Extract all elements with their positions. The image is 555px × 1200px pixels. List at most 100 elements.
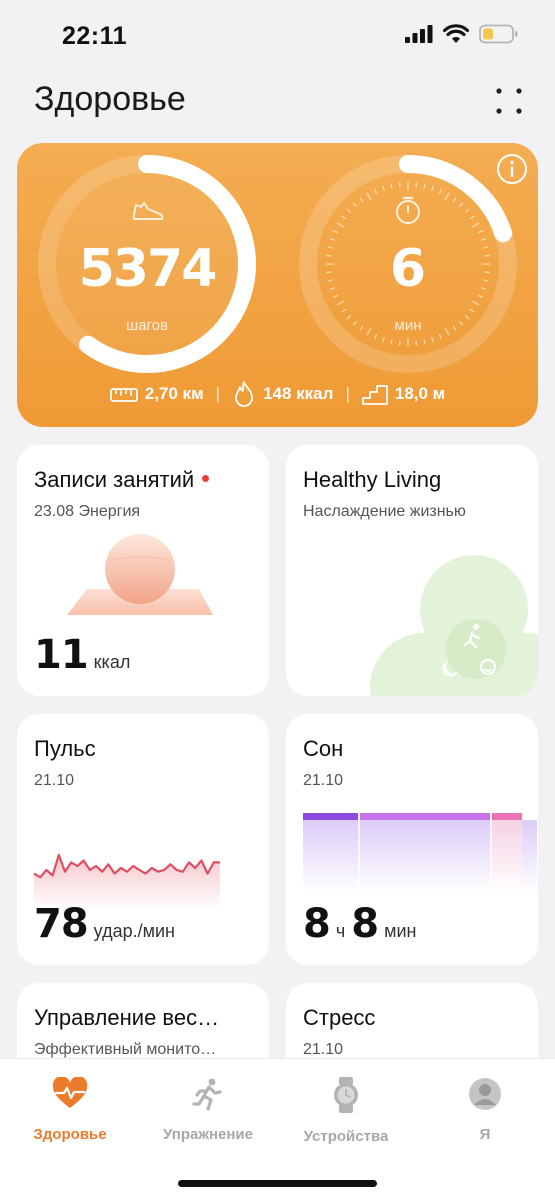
workout-calories-value: 11 bbox=[34, 632, 89, 678]
status-time: 22:11 bbox=[62, 22, 128, 50]
nav-label-health: Здоровье bbox=[33, 1126, 107, 1143]
flame-icon bbox=[235, 381, 253, 407]
minutes-ring-tick bbox=[469, 308, 475, 313]
floors-stat: 18,0 м bbox=[361, 383, 446, 405]
light-sleep-bar bbox=[360, 813, 490, 820]
bottom-navigation: Здоровье Упражнение Устройства Я bbox=[0, 1058, 555, 1200]
minutes-ring-tick bbox=[374, 334, 378, 340]
minutes-ring-tick bbox=[352, 202, 357, 208]
sleep-minutes-value: 8 bbox=[351, 901, 379, 947]
minutes-ring-tick bbox=[438, 334, 442, 340]
minutes-ring-tick bbox=[471, 300, 480, 306]
ruler-icon bbox=[109, 388, 138, 402]
heart-pulse-icon bbox=[52, 1076, 88, 1108]
activity-summary-card[interactable]: 5374 шагов 6 мин 2,70 км | 148 ккал | 18… bbox=[17, 143, 538, 427]
minutes-ring-tick bbox=[346, 208, 352, 213]
nav-tab-profile[interactable]: Я bbox=[415, 1077, 555, 1143]
minutes-ring-tick bbox=[471, 222, 480, 228]
sleep-minutes-unit: мин bbox=[384, 921, 417, 941]
runner-icon bbox=[192, 1078, 222, 1111]
minutes-ring-tick bbox=[341, 215, 347, 220]
minutes-ring-tick bbox=[398, 182, 401, 188]
more-menu-button[interactable] bbox=[494, 86, 524, 116]
minutes-ring-tick bbox=[459, 202, 464, 208]
minutes-ring-tick bbox=[390, 183, 393, 189]
minutes-ring-tick bbox=[415, 340, 418, 346]
minutes-ring-tick bbox=[452, 197, 457, 203]
steps-unit: шагов bbox=[126, 317, 168, 334]
workout-records-title: Записи занятий bbox=[34, 467, 195, 492]
minutes-ring-tick bbox=[478, 230, 484, 234]
minutes-ring-tick bbox=[366, 192, 372, 201]
watch-icon bbox=[334, 1077, 358, 1113]
minutes-ring-tick bbox=[469, 215, 475, 220]
exercise-ball-illustration bbox=[67, 534, 213, 615]
heart-rate-card[interactable]: Пульс 21.10 78 удар./мин bbox=[17, 714, 269, 965]
profile-icon bbox=[469, 1078, 501, 1110]
minutes-ring-tick bbox=[423, 339, 426, 345]
calories-stat: 148 ккал bbox=[232, 380, 333, 408]
heart-rate-value: 78 bbox=[34, 901, 89, 947]
minutes-ring-tick bbox=[398, 340, 401, 346]
nav-label-profile: Я bbox=[479, 1126, 491, 1143]
minutes-ring-tick bbox=[431, 185, 435, 191]
weight-management-title: Управление вес… bbox=[34, 1005, 220, 1030]
sleep-hours-unit: ч bbox=[335, 921, 346, 941]
minutes-ring-tick bbox=[415, 182, 418, 188]
stopwatch-icon bbox=[396, 196, 420, 224]
stress-title: Стресс bbox=[303, 1005, 376, 1030]
nav-tab-health[interactable]: Здоровье bbox=[0, 1076, 140, 1143]
stress-date: 21.10 bbox=[303, 1041, 344, 1058]
heart-rate-date: 21.10 bbox=[34, 772, 75, 789]
minutes-ring-tick bbox=[431, 337, 435, 343]
home-indicator bbox=[178, 1180, 377, 1187]
distance-stat: 2,70 км bbox=[109, 384, 204, 404]
page-title: Здоровье bbox=[34, 80, 186, 118]
minutes-unit: мин bbox=[394, 317, 422, 334]
minutes-ring-tick bbox=[374, 188, 378, 194]
status-icons bbox=[405, 24, 519, 44]
heart-rate-unit: удар./мин bbox=[93, 921, 175, 941]
workout-calories-unit: ккал bbox=[93, 652, 131, 672]
wifi-icon bbox=[443, 24, 469, 43]
minutes-ring-tick bbox=[464, 208, 470, 213]
minutes-ring-tick bbox=[423, 183, 426, 189]
nav-tab-exercise[interactable]: Упражнение bbox=[138, 1077, 278, 1143]
weight-management-subtitle: Эффективный монито… bbox=[34, 1041, 217, 1058]
rem-sleep-bar bbox=[492, 813, 522, 820]
workout-records-subtitle: 23.08 Энергия bbox=[34, 503, 141, 520]
sleep-stages-chart bbox=[303, 813, 537, 893]
stat-divider: | bbox=[345, 384, 350, 403]
steps-value: 5374 bbox=[78, 239, 218, 299]
heart-rate-chart bbox=[33, 853, 220, 910]
minutes-ring-tick bbox=[390, 339, 393, 345]
sleep-date: 21.10 bbox=[303, 772, 344, 789]
new-indicator-dot bbox=[202, 474, 210, 482]
hero-stats-row: 2,70 км | 148 ккал | 18,0 м bbox=[17, 379, 538, 409]
deep-sleep-bar bbox=[303, 813, 358, 820]
minutes-ring-tick bbox=[381, 337, 385, 343]
healthy-living-title: Healthy Living bbox=[303, 467, 442, 492]
sleep-title: Сон bbox=[303, 736, 344, 761]
minutes-ring-tick bbox=[332, 230, 338, 234]
calories-value: 148 ккал bbox=[263, 384, 334, 403]
sleep-hours-value: 8 bbox=[303, 901, 331, 947]
nav-label-exercise: Упражнение bbox=[163, 1126, 253, 1143]
floors-value: 18,0 м bbox=[394, 384, 446, 403]
minutes-ring-tick bbox=[336, 300, 345, 306]
minutes-value: 6 bbox=[389, 239, 427, 299]
workout-records-card[interactable]: Записи занятий 23.08 Энергия 11 ккал bbox=[17, 445, 269, 696]
info-icon[interactable] bbox=[496, 153, 528, 185]
healthy-living-card[interactable]: Healthy Living Наслаждение жизнью bbox=[286, 445, 538, 696]
minutes-ring-tick bbox=[359, 197, 364, 203]
minutes-ring-tick bbox=[336, 222, 345, 228]
cellular-signal-icon bbox=[405, 25, 433, 43]
nav-tab-devices[interactable]: Устройства bbox=[276, 1077, 416, 1145]
clover-illustration bbox=[370, 555, 538, 696]
heart-rate-title: Пульс bbox=[34, 736, 96, 761]
minutes-ring-tick bbox=[381, 185, 385, 191]
battery-icon bbox=[479, 24, 518, 44]
sleep-card[interactable]: Сон 21.10 8 ч 8 мин bbox=[286, 714, 538, 965]
distance-value: 2,70 км bbox=[144, 384, 204, 403]
stat-divider: | bbox=[215, 384, 221, 403]
